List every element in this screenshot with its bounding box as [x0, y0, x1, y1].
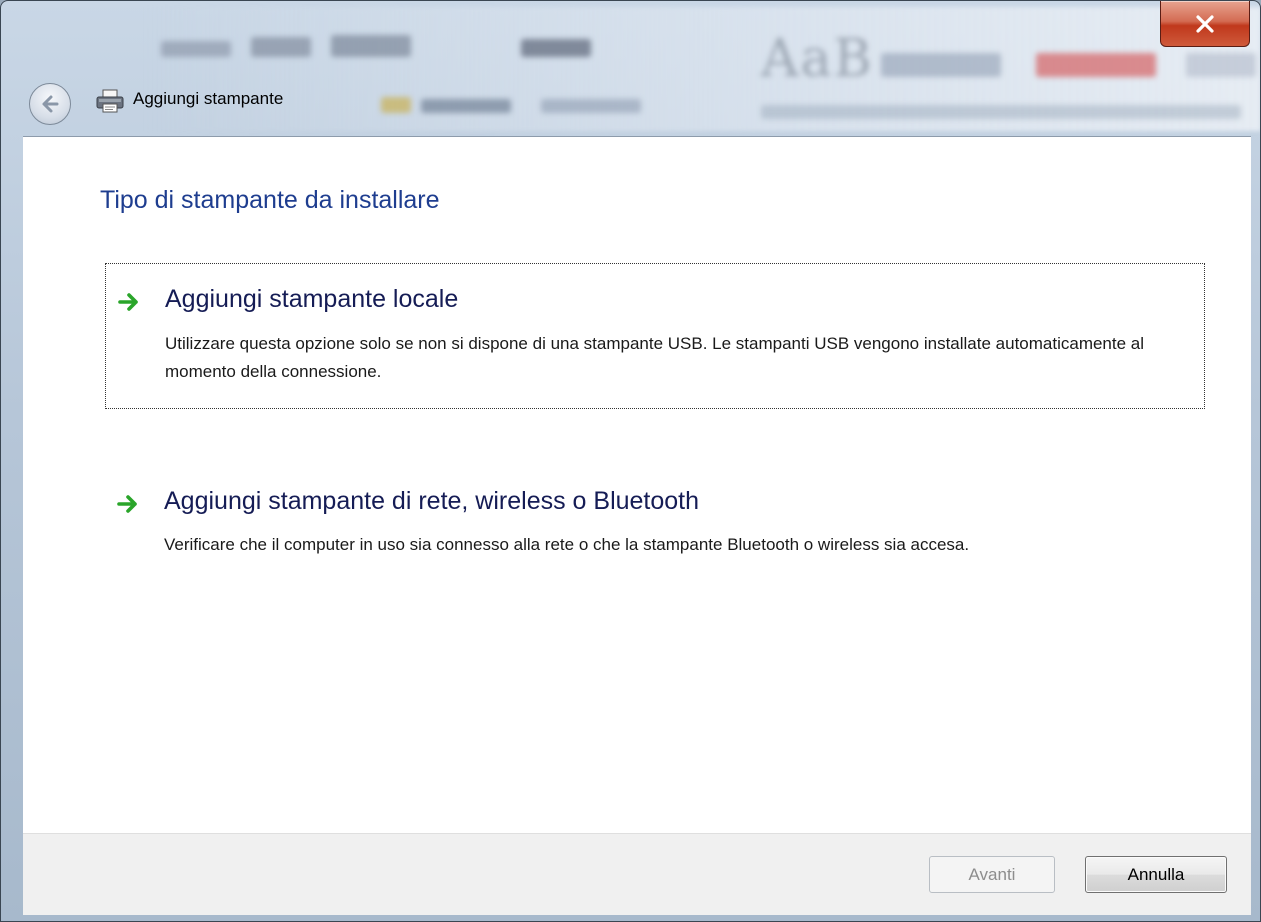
- background-blur: [761, 105, 1241, 119]
- cancel-button[interactable]: Annulla: [1085, 856, 1227, 893]
- background-blur: [381, 97, 411, 113]
- option-description: Verificare che il computer in uso sia co…: [164, 535, 970, 554]
- printer-icon: [96, 89, 124, 113]
- option-local-printer[interactable]: Aggiungi stampante locale Utilizzare que…: [105, 263, 1205, 409]
- close-button[interactable]: [1160, 1, 1250, 47]
- back-button[interactable]: [29, 83, 71, 125]
- window-title: Aggiungi stampante: [133, 89, 284, 108]
- option-network-printer[interactable]: Aggiungi stampante di rete, wireless o B…: [105, 485, 1205, 605]
- green-arrow-icon: [117, 495, 137, 513]
- wizard-content: Tipo di stampante da installare Aggiungi…: [23, 136, 1251, 833]
- add-printer-window: AaB Aggiungi stampante Tipo di stampante…: [0, 0, 1261, 922]
- next-button[interactable]: Avanti: [929, 856, 1055, 893]
- background-style-preview: AaB: [761, 29, 874, 89]
- background-blur: [541, 99, 641, 113]
- green-arrow-icon: [118, 293, 138, 311]
- back-arrow-icon: [42, 95, 59, 113]
- option-description: Utilizzare questa opzione solo se non si…: [165, 334, 1145, 381]
- close-icon: [1196, 14, 1214, 33]
- background-blur: [881, 53, 1001, 77]
- background-blur: [1036, 53, 1156, 77]
- page-heading: Tipo di stampante da installare: [100, 186, 440, 214]
- background-blur: [521, 39, 591, 57]
- background-blur: [1186, 53, 1256, 77]
- option-title: Aggiungi stampante di rete, wireless o B…: [164, 487, 700, 515]
- background-blur: [421, 99, 511, 113]
- background-blur: [331, 35, 411, 57]
- background-blur: [161, 41, 231, 57]
- option-title: Aggiungi stampante locale: [165, 285, 459, 313]
- wizard-footer: Avanti Annulla: [23, 833, 1251, 915]
- background-blur: [251, 37, 311, 57]
